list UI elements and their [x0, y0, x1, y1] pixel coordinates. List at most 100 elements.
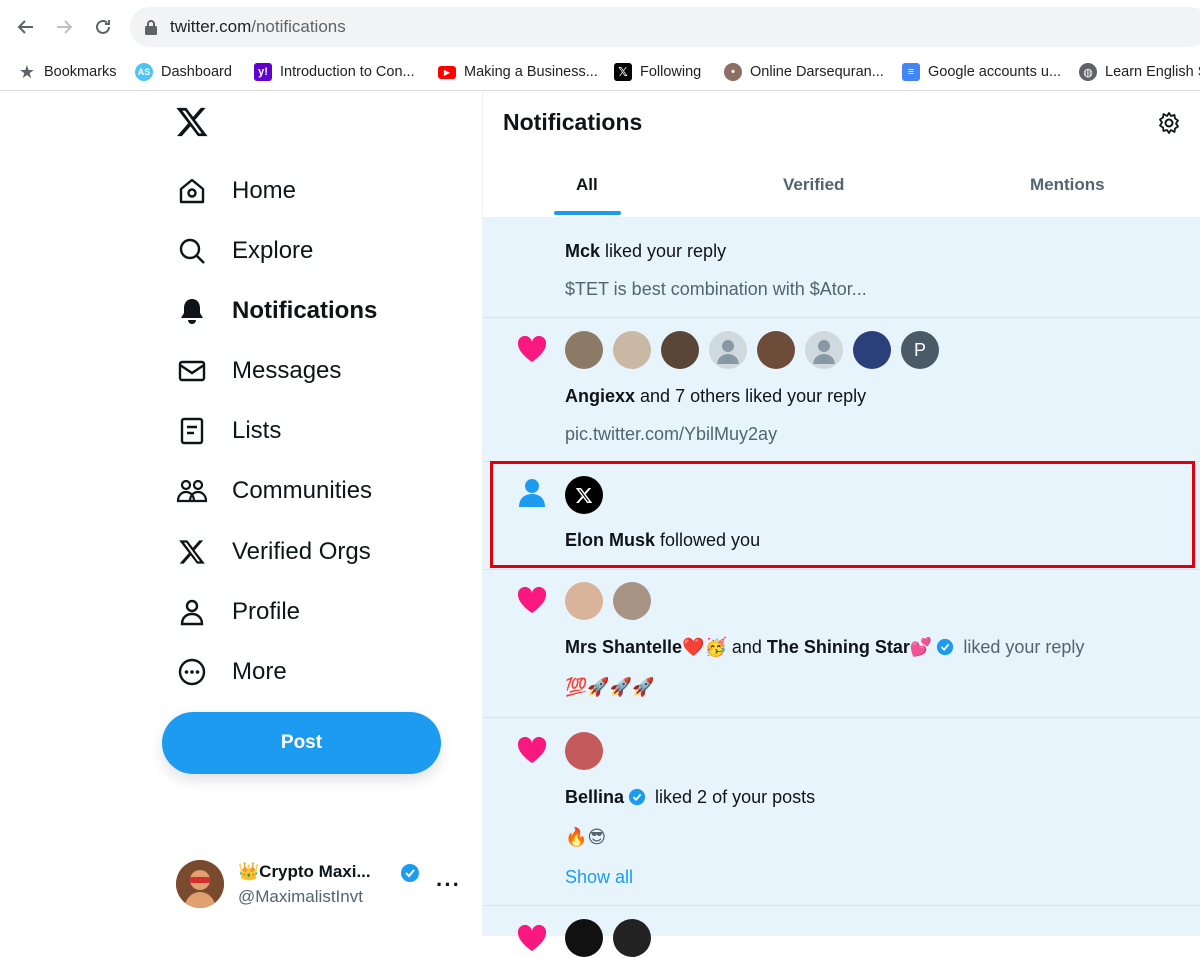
nav-label: Messages — [232, 357, 342, 384]
avatar-row: P — [565, 331, 949, 369]
avatar[interactable] — [613, 582, 651, 620]
nav-item-notifications[interactable]: Notifications — [176, 287, 377, 335]
avatar-row — [565, 582, 661, 620]
notification-preview: pic.twitter.com/YbilMuy2ay — [565, 424, 778, 444]
page-title: Notifications — [503, 109, 643, 135]
notifications-feed: Mck liked your reply $TET is best combin… — [483, 217, 1200, 957]
star-icon: ★ — [18, 61, 36, 82]
heart-icon — [516, 334, 548, 364]
divider — [483, 569, 1200, 570]
avatar-row — [565, 919, 661, 957]
avatar[interactable] — [853, 331, 891, 369]
account-handle: @MaximalistInvt — [238, 887, 363, 906]
nav-item-messages[interactable]: Messages — [176, 347, 341, 395]
tab-verified[interactable]: Verified — [783, 175, 844, 195]
nav-item-explore[interactable]: Explore — [176, 227, 313, 275]
bookmark-item[interactable]: ▶ Making a Business... — [438, 60, 598, 84]
person-icon — [176, 596, 208, 628]
google-forms-icon: ≡ — [902, 63, 920, 81]
youtube-icon: ▶ — [438, 65, 456, 79]
reload-icon[interactable] — [90, 14, 116, 40]
nav-item-profile[interactable]: Profile — [176, 588, 300, 636]
home-icon — [176, 175, 208, 207]
avatar-row — [565, 732, 613, 770]
bookmark-item[interactable]: ≡ Google accounts u... — [902, 60, 1061, 84]
x-logo-icon[interactable] — [175, 106, 211, 142]
divider — [483, 905, 1200, 906]
more-dots-icon[interactable]: ··· — [436, 872, 461, 898]
as-icon: AS — [135, 63, 153, 81]
bookmark-item[interactable]: 𝕏 Following — [614, 60, 701, 84]
verified-badge-icon — [400, 863, 420, 888]
highlight-box — [490, 461, 1195, 568]
url-text: twitter.com/notifications — [170, 17, 346, 36]
browser-toolbar: twitter.com/notifications — [0, 0, 1200, 54]
forward-arrow-icon[interactable] — [51, 14, 77, 40]
yahoo-icon: y! — [254, 63, 272, 81]
bell-icon — [176, 295, 208, 327]
nav-label: Home — [232, 177, 297, 204]
avatar — [176, 860, 224, 908]
heart-icon — [516, 585, 548, 615]
avatar[interactable] — [565, 919, 603, 957]
notification-preview: 🔥😎 — [565, 827, 607, 847]
avatar[interactable] — [613, 331, 651, 369]
avatar[interactable] — [565, 732, 603, 770]
default-avatar-icon[interactable] — [709, 331, 747, 369]
lock-icon — [144, 19, 158, 40]
site-icon: • — [724, 63, 742, 81]
back-arrow-icon[interactable] — [13, 14, 39, 40]
tab-mentions[interactable]: Mentions — [1030, 175, 1105, 195]
avatar[interactable] — [757, 331, 795, 369]
globe-icon: ◍ — [1079, 63, 1097, 81]
notification-text: Angiexx and 7 others liked your reply — [565, 386, 867, 406]
avatar[interactable] — [661, 331, 699, 369]
notification-preview: 💯🚀🚀🚀 — [565, 677, 655, 697]
nav-item-lists[interactable]: Lists — [176, 407, 281, 455]
tab-all[interactable]: All — [576, 175, 598, 195]
nav-label: Lists — [232, 417, 282, 444]
bookmarks-bar: ★ Bookmarks AS Dashboard y! Introduction… — [0, 54, 1200, 91]
account-switcher[interactable]: 👑Crypto Maxi... @MaximalistInvt ··· — [176, 858, 466, 910]
gear-icon[interactable] — [1157, 111, 1181, 140]
notification-text: Mrs Shantelle❤️🥳 and The Shining Star💕 l… — [565, 637, 1085, 657]
x-icon: 𝕏 — [614, 63, 632, 81]
list-icon — [176, 415, 208, 447]
post-button[interactable]: Post — [162, 712, 441, 774]
communities-icon — [176, 475, 208, 507]
divider — [483, 317, 1200, 318]
account-name: 👑Crypto Maxi... — [238, 862, 371, 881]
bookmark-item[interactable]: ★ Bookmarks — [18, 60, 117, 84]
bookmark-item[interactable]: • Online Darsequran... — [724, 60, 884, 84]
active-tab-indicator — [554, 211, 621, 215]
x-logo-icon — [176, 536, 208, 568]
nav-item-more[interactable]: More — [176, 648, 287, 696]
nav-item-verified-orgs[interactable]: Verified Orgs — [176, 528, 371, 576]
nav-label: Notifications — [232, 297, 378, 324]
avatar[interactable] — [565, 331, 603, 369]
avatar[interactable] — [613, 919, 651, 957]
bookmark-item[interactable]: ◍ Learn English S — [1079, 60, 1200, 84]
default-avatar-icon[interactable] — [805, 331, 843, 369]
address-bar[interactable]: twitter.com/notifications — [130, 7, 1200, 47]
show-all-link[interactable]: Show all — [565, 867, 633, 888]
verified-badge-icon — [628, 788, 646, 806]
nav-item-home[interactable]: Home — [176, 167, 296, 215]
heart-icon — [516, 735, 548, 765]
search-icon — [176, 235, 208, 267]
notification-text: Bellina liked 2 of your posts — [565, 787, 816, 807]
notifications-header: Notifications All Verified Mentions — [483, 91, 1200, 217]
nav-label: Profile — [232, 598, 301, 625]
heart-icon — [516, 923, 548, 953]
nav-label: Verified Orgs — [232, 538, 371, 565]
notification-text: Mck liked your reply — [565, 241, 727, 261]
bookmark-item[interactable]: y! Introduction to Con... — [254, 60, 415, 84]
avatar[interactable] — [565, 582, 603, 620]
more-circle-icon — [176, 656, 208, 688]
bookmark-item[interactable]: AS Dashboard — [135, 60, 232, 84]
divider — [483, 717, 1200, 718]
nav-item-communities[interactable]: Communities — [176, 467, 372, 515]
notification-preview: $TET is best combination with $Ator... — [565, 279, 867, 299]
nav-label: Communities — [232, 477, 373, 504]
avatar[interactable]: P — [901, 331, 939, 369]
